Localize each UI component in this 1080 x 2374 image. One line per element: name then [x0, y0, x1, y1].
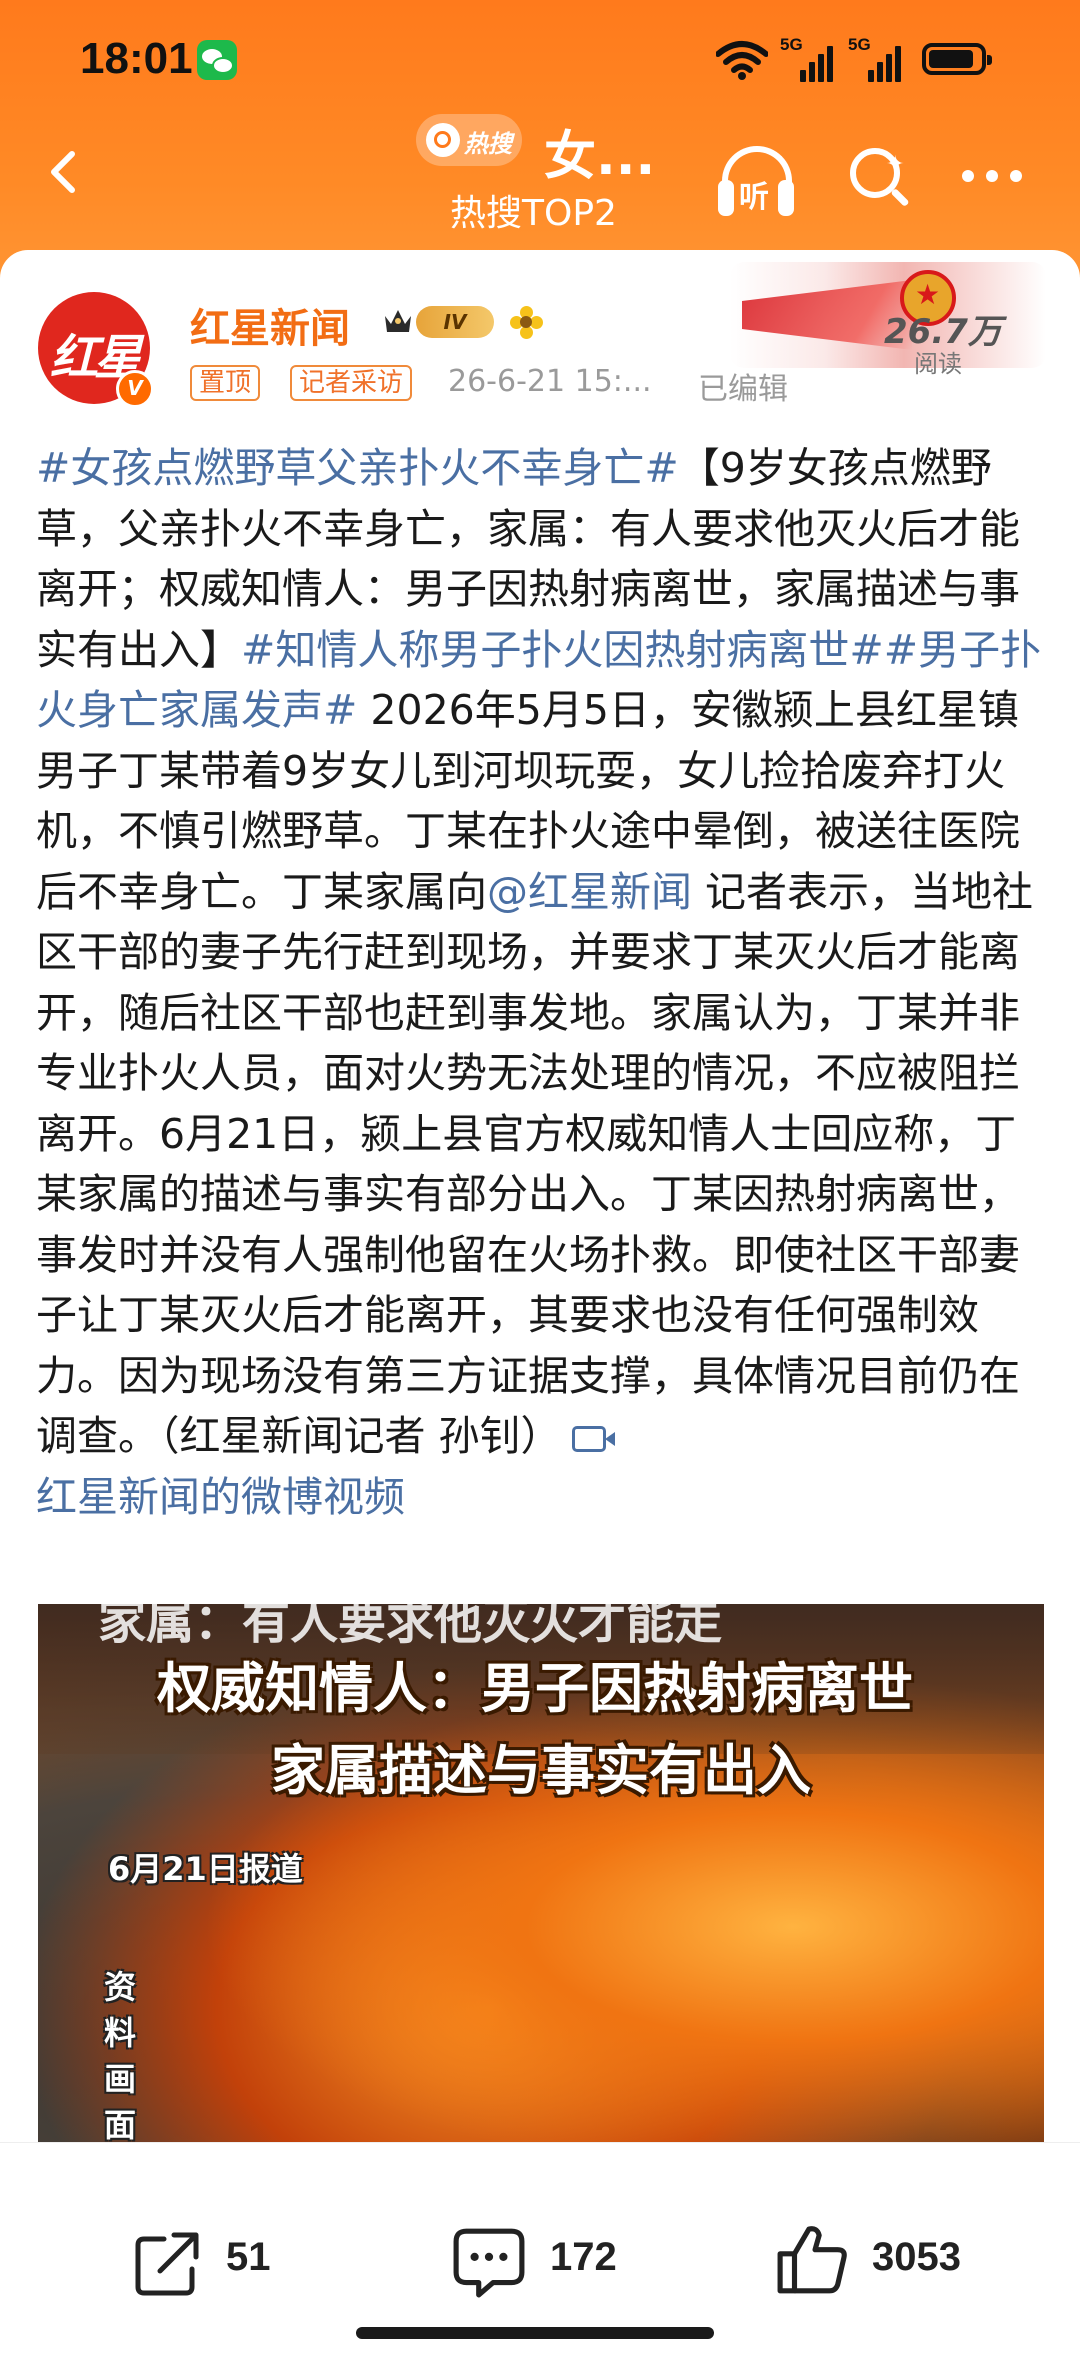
sunflower-icon: [510, 306, 543, 339]
more-menu-icon[interactable]: [962, 170, 1022, 182]
edited-label[interactable]: 已编辑: [698, 364, 788, 408]
listen-button[interactable]: 听: [718, 146, 802, 226]
like-count: 3053: [872, 2235, 961, 2279]
signal-icon-2: 5G: [848, 35, 904, 82]
share-count: 51: [226, 2235, 271, 2279]
search-button[interactable]: ✦: [850, 148, 910, 208]
video-caption-line2: 家属描述与事实有出入: [271, 1739, 811, 1802]
hot-search-badge[interactable]: 热搜: [416, 114, 522, 166]
interview-tag: 记者采访: [290, 365, 413, 401]
search-icon: [426, 123, 460, 157]
status-time: 18:01: [80, 34, 193, 83]
nav-bar: 热搜 女... 热搜TOP2 听 ✦: [0, 110, 1080, 240]
action-bar: 51 172 3053: [0, 2142, 1080, 2374]
archive-footage-label: 资料画面: [103, 1968, 136, 2142]
status-bar: 18:01 5G 5G: [0, 0, 1080, 120]
share-button[interactable]: 51: [134, 2223, 294, 2303]
thumbs-up-icon: [777, 2226, 847, 2294]
video-icon: [571, 1426, 615, 1452]
crown-icon: [385, 310, 411, 332]
topic-rank: 热搜TOP2: [450, 193, 617, 234]
post-date: 26-6-21 15:...: [448, 364, 652, 399]
video-link[interactable]: 红星新闻的微博视频: [36, 1473, 405, 1521]
like-button[interactable]: 3053: [776, 2223, 976, 2303]
wechat-icon: [197, 40, 237, 80]
report-date: 6月21日报道: [108, 1850, 303, 1888]
hashtag-link[interactable]: #女孩点燃野草父亲扑火不幸身亡#: [36, 444, 679, 492]
reads-label: 阅读: [914, 350, 962, 378]
signal-icon-1: 5G: [780, 35, 836, 82]
battery-icon: [922, 43, 992, 75]
avatar[interactable]: 红星 V: [38, 292, 154, 408]
comment-icon: [453, 2228, 525, 2298]
wifi-icon: [716, 41, 768, 80]
back-arrow-icon[interactable]: [42, 150, 86, 194]
level-badge: IV: [416, 306, 494, 338]
post-body: 记者表示，当地社区干部的妻子先行赶到现场，并要求丁某灭火后才能离开，随后社区干部…: [36, 867, 1034, 1461]
verified-icon: V: [116, 370, 154, 408]
hashtag-link[interactable]: #知情人称男子扑火因热射病离世#: [241, 626, 884, 674]
comment-button[interactable]: 172: [452, 2223, 632, 2303]
video-thumbnail[interactable]: 家属：有人要求他灭火才能走 权威知情人：男子因热射病离世 家属描述与事实有出入 …: [38, 1604, 1044, 2142]
video-caption-line1: 权威知情人：男子因热射病离世: [157, 1657, 913, 1720]
post-text: #女孩点燃野草父亲扑火不幸身亡#【9岁女孩点燃野草，父亲扑火不幸身亡，家属：有人…: [36, 438, 1046, 1527]
mention-link[interactable]: @红星新闻: [487, 868, 692, 916]
author-name[interactable]: 红星新闻: [190, 296, 350, 354]
home-indicator: [356, 2327, 714, 2339]
topic-title[interactable]: 女...: [544, 114, 655, 189]
pinned-tag: 置顶: [190, 365, 261, 401]
share-icon: [135, 2232, 199, 2296]
comment-count: 172: [550, 2235, 617, 2279]
